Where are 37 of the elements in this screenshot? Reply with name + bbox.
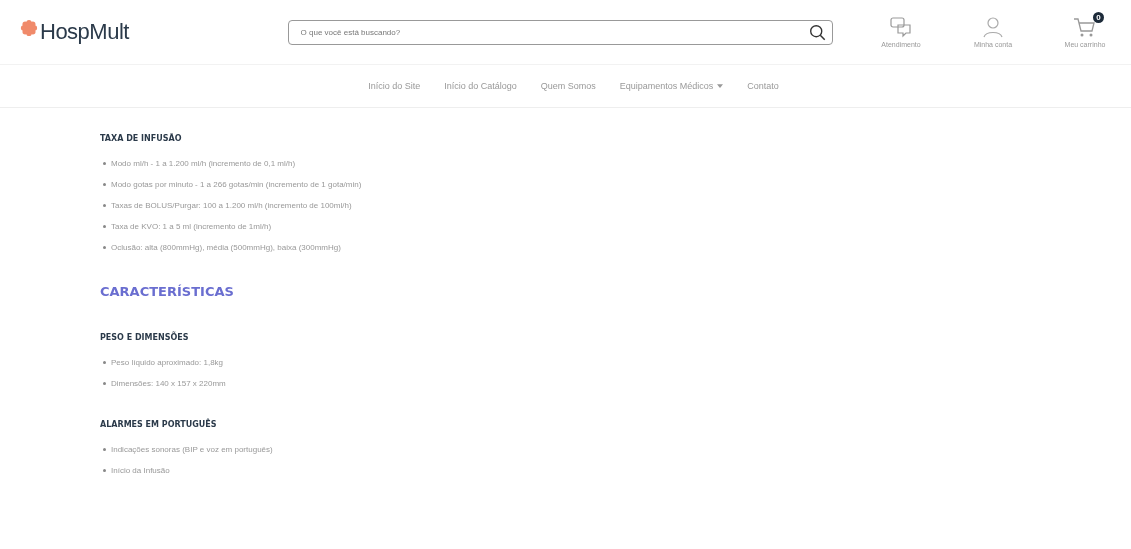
search-icon[interactable] (809, 23, 826, 41)
logo-wordmark[interactable]: HospMult (40, 19, 129, 45)
cart-icon (1073, 16, 1097, 38)
list-item-text: Peso líquido aproximado: 1,8kg (111, 358, 224, 367)
search-bar[interactable]: O que você está buscando? (287, 19, 833, 45)
nav-link[interactable]: Início do Catálogo (444, 81, 517, 91)
bullet-icon (103, 361, 106, 364)
nav-link[interactable]: Equipamentos Médicos (619, 81, 724, 91)
bullet-icon (103, 382, 106, 385)
caret-icon (717, 84, 724, 88)
cart-count-badge: 0 (1093, 12, 1104, 23)
bullet-icon (103, 246, 106, 249)
user-icon (981, 16, 1005, 38)
nav-link[interactable]: Início do Site (368, 81, 421, 91)
nav-link[interactable]: Contato (747, 81, 779, 91)
list-item-text: Oclusão: alta (800mmHg), média (500mmHg), baixa (300mmHg) (111, 243, 341, 252)
search-field[interactable]: O que você está buscando? (298, 26, 809, 38)
nav-link[interactable]: Quem Somos (540, 81, 596, 91)
list-item-text: Modo ml/h - 1 a 1.200 ml/h (incremento de 0,1 ml/h) (111, 159, 296, 168)
list-item-text: Início da Infusão (111, 466, 170, 475)
list-item-text: Taxas de BOLUS/Purgar: 100 a 1.200 ml/h (incremento de 100ml/h) (111, 201, 352, 210)
list-item-text: Indicações sonoras (BIP e voz em português) (111, 445, 273, 454)
list-item-text: Modo gotas por minuto - 1 a 266 gotas/min (incremento de 1 gota/min) (111, 180, 362, 189)
subsection-heading: ALARMES EM PORTUGUÊS (100, 420, 218, 429)
chat-bubbles-icon (889, 16, 913, 38)
subsection-heading: PESO E DIMENSÕES (100, 333, 190, 342)
flower-logo-icon (20, 19, 38, 37)
list-item-text: Dimensões: 140 x 157 x 220mm (111, 379, 226, 388)
section-heading: CARACTERÍSTICAS (100, 284, 235, 299)
bullet-icon (103, 183, 106, 186)
list-item-text: Taxa de KVO: 1 a 5 ml (incremento de 1ml/h) (111, 222, 272, 231)
bullet-icon (103, 448, 106, 451)
subsection-heading: TAXA DE INFUSÃO (100, 134, 183, 143)
bullet-icon (103, 225, 106, 228)
bullet-icon (103, 469, 106, 472)
bullet-icon (103, 162, 106, 165)
bullet-icon (103, 204, 106, 207)
